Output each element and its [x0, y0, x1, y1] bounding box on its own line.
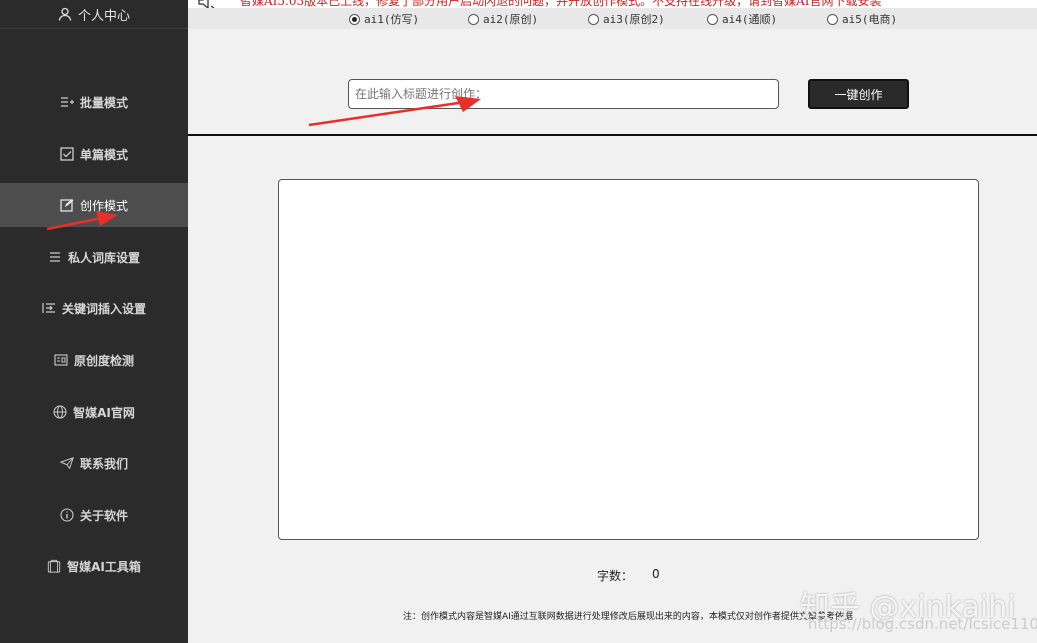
sidebar-item-website[interactable]: 智媒AI官网	[0, 390, 188, 434]
sidebar-item-creation-mode[interactable]: 创作模式	[0, 183, 188, 227]
sidebar-item-originality-check[interactable]: 原创度检测	[0, 338, 188, 382]
word-count-label: 字数：	[597, 569, 634, 583]
checkbox-icon	[60, 147, 74, 161]
check-card-icon	[54, 353, 68, 367]
paper-plane-icon	[59, 456, 74, 470]
radio-ai2[interactable]: ai2(原创)	[468, 11, 538, 27]
sidebar-item-contact-us[interactable]: 联系我们	[0, 441, 188, 485]
sidebar-item-private-lexicon[interactable]: 私人词库设置	[0, 235, 188, 279]
edit-icon	[60, 198, 74, 212]
info-icon	[60, 508, 74, 522]
sidebar-item-label: 单篇模式	[79, 147, 128, 162]
radio-label: ai5(电商)	[842, 13, 898, 26]
footer-note: 注：创作模式内容是智媒AI通过互联网数据进行处理修改后展现出来的内容，本模式仅对…	[403, 612, 853, 622]
title-input[interactable]	[348, 79, 779, 109]
sidebar: 个人中心 批量模式 单篇模式 创作模式 私人词库设置 关键词插入设置 原创度检测…	[0, 0, 188, 643]
radio-unchecked-icon	[588, 13, 599, 25]
radio-ai1[interactable]: ai1(仿写)	[349, 11, 419, 27]
sidebar-item-label: 关于软件	[79, 508, 128, 523]
radio-label: ai4(通顺)	[722, 13, 778, 26]
radio-ai3[interactable]: ai3(原创2)	[588, 11, 665, 27]
radio-label: ai3(原创2)	[603, 13, 665, 26]
speaker-icon	[198, 0, 216, 8]
notice-text: 智媒AI5.03版本已上线，修复了部分用户启动闪退的问题，并开放创作模式。不支持…	[240, 0, 882, 8]
radio-checked-icon	[349, 13, 360, 25]
sidebar-item-label: 私人词库设置	[67, 250, 140, 265]
radio-unchecked-icon	[707, 13, 718, 25]
list-add-icon	[60, 95, 74, 109]
radio-label: ai2(原创)	[483, 13, 539, 26]
profile-label: 个人中心	[77, 8, 130, 24]
toolbox-icon	[47, 559, 61, 573]
article-output-editor[interactable]	[278, 179, 979, 540]
sidebar-item-label: 批量模式	[79, 95, 128, 110]
sidebar-item-label: 关键词插入设置	[61, 301, 146, 316]
radio-label: ai1(仿写)	[364, 13, 420, 26]
ai-model-radio-group: ai1(仿写) ai2(原创) ai3(原创2) ai4(通顺) ai5(电商)	[188, 8, 1037, 29]
sidebar-item-label: 联系我们	[79, 456, 128, 471]
globe-icon	[53, 405, 67, 419]
sidebar-item-label: 智媒AI官网	[73, 405, 135, 420]
sidebar-item-label: 原创度检测	[73, 353, 134, 368]
user-icon	[58, 7, 72, 21]
sidebar-item-label: 创作模式	[79, 198, 128, 213]
radio-ai4[interactable]: ai4(通顺)	[707, 11, 777, 27]
sidebar-item-about[interactable]: 关于软件	[0, 493, 188, 537]
profile-center[interactable]: 个人中心	[0, 0, 188, 29]
sidebar-item-label: 智媒AI工具箱	[67, 559, 141, 574]
radio-unchecked-icon	[827, 13, 838, 25]
sidebar-item-single-mode[interactable]: 单篇模式	[0, 132, 188, 176]
radio-unchecked-icon	[468, 13, 479, 25]
sidebar-item-toolbox[interactable]: 智媒AI工具箱	[0, 544, 188, 588]
word-count-value: 0	[652, 567, 660, 581]
list-icon	[48, 250, 62, 264]
notice-banner: 智媒AI5.03版本已上线，修复了部分用户启动闪退的问题，并开放创作模式。不支持…	[188, 0, 1037, 8]
sidebar-item-batch-mode[interactable]: 批量模式	[0, 80, 188, 124]
sidebar-item-keyword-insert[interactable]: 关键词插入设置	[0, 286, 188, 330]
csdn-watermark: https://blog.csdn.net/lcsice1102	[808, 615, 1037, 633]
insert-icon	[42, 301, 56, 315]
one-click-create-button[interactable]: 一键创作	[808, 79, 909, 109]
radio-ai5[interactable]: ai5(电商)	[827, 11, 897, 27]
